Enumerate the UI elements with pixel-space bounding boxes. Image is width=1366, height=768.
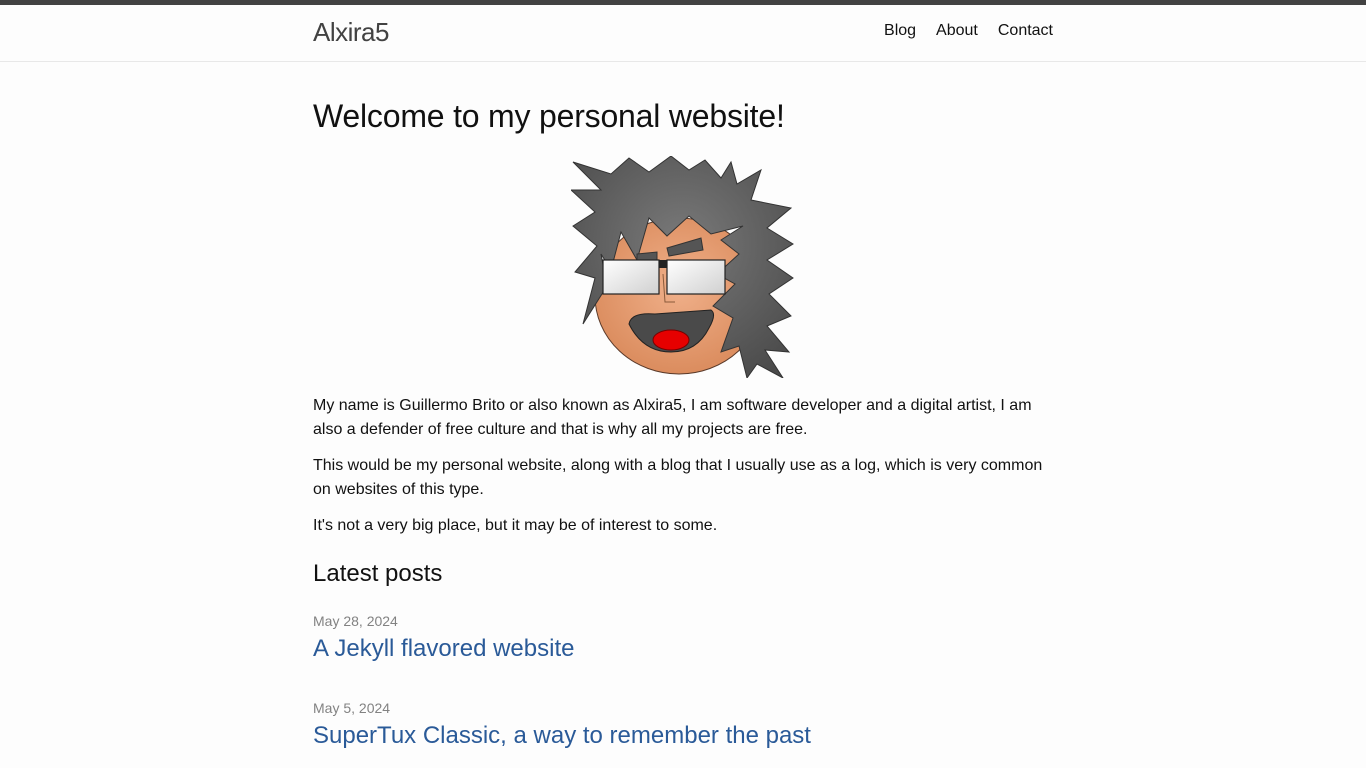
intro-paragraph-1: My name is Guillermo Brito or also known… (313, 397, 1032, 438)
post-list: May 28, 2024 A Jekyll flavored website M… (313, 611, 1053, 751)
nav-link-blog[interactable]: Blog (884, 22, 916, 40)
post-link[interactable]: A Jekyll flavored website (313, 634, 1053, 664)
latest-posts-heading: Latest posts (313, 560, 443, 587)
post-link[interactable]: SuperTux Classic, a way to remember the … (313, 721, 1053, 751)
nav-link-contact[interactable]: Contact (998, 22, 1053, 40)
post-date: May 28, 2024 (313, 613, 398, 629)
page-title: Welcome to my personal website! (313, 98, 785, 134)
intro-paragraph-2: This would be my personal website, along… (313, 457, 1043, 498)
site-title-link[interactable]: Alxira5 (313, 17, 389, 48)
post-date: May 5, 2024 (313, 700, 391, 716)
post-item: May 28, 2024 A Jekyll flavored website (313, 611, 1053, 664)
intro-paragraph-3: It's not a very big place, but it may be… (313, 517, 718, 534)
intro-text: My name is Guillermo Brito or also known… (313, 394, 1053, 538)
site-nav: Blog About Contact (884, 22, 1053, 40)
avatar-icon (571, 156, 794, 378)
main-content: Welcome to my personal website! My name … (0, 62, 1366, 751)
nav-link-about[interactable]: About (936, 22, 978, 40)
site-header: Alxira5 Blog About Contact (0, 5, 1366, 62)
post-item: May 5, 2024 SuperTux Classic, a way to r… (313, 698, 1053, 751)
avatar-container (313, 156, 1053, 378)
